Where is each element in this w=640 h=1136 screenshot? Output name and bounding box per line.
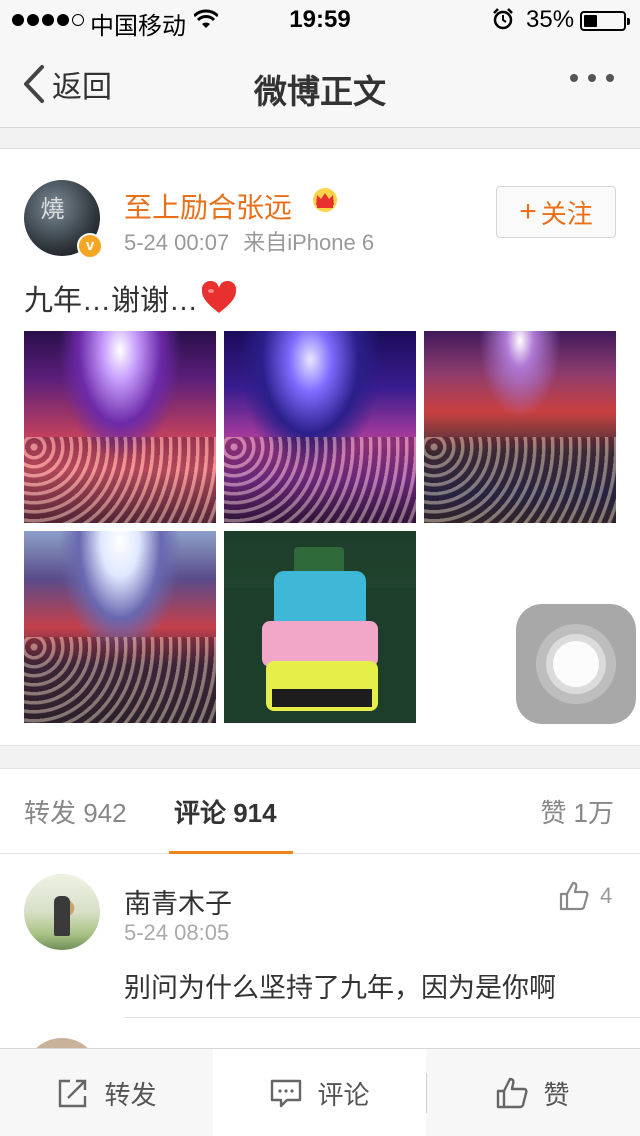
post-stats-tabs: 转发 942 评论 914 赞 1万 [0,768,640,855]
more-icon [570,74,578,82]
repost-button[interactable]: 转发 [0,1049,213,1136]
comment-text: 别问为什么坚持了九年，因为是你啊 [124,973,556,1003]
commenter-avatar[interactable] [24,874,100,950]
avatar-text: 燒 [36,196,63,218]
comment-icon [271,1079,302,1108]
follow-label: 关注 [540,198,593,229]
share-icon [59,1079,87,1108]
follow-button[interactable]: + 关注 [496,186,616,238]
verified-badge-icon: v [77,233,103,259]
heart-icon [201,281,237,313]
comment-author[interactable]: 南青木子 [124,882,232,921]
comment-button[interactable]: 评论 [213,1049,426,1136]
back-label: 返回 [52,71,112,104]
repost-label: 转发 [104,1079,157,1110]
crown-icon [313,188,337,212]
thumbs-up-icon [497,1077,529,1109]
post-photo-concert-1[interactable] [24,331,216,523]
navigation-bar: 返回 微博正文 [0,40,640,128]
comment-time: 5-24 08:05 [124,920,230,945]
back-chevron-icon [24,65,44,103]
like-button[interactable]: 赞 [426,1049,639,1136]
post-text-content: 九年…谢谢… [24,285,199,317]
plus-icon: + [519,195,537,228]
status-bar: 中国移动 19:59 35% [0,0,640,40]
battery-percentage: 35% [526,6,575,33]
post-meta: 5-24 00:07 来自iPhone 6 [124,225,374,257]
thumbs-up-icon [559,881,589,911]
back-button[interactable]: 返回 [22,62,112,106]
tab-comment[interactable]: 评论 914 [174,793,277,830]
post-photo-concert-3[interactable] [424,331,616,523]
tab-like[interactable]: 赞 1万 [540,793,614,830]
tab-repost[interactable]: 转发 942 [24,793,127,830]
post-photo-concert-4[interactable] [24,531,216,723]
post-photo-birthday-cake[interactable] [224,531,416,723]
comment-like-count: 4 [600,883,613,908]
post-photo-concert-2[interactable] [224,331,416,523]
comment-label: 评论 [317,1079,370,1110]
author-name[interactable]: 至上励合张远 [124,186,292,226]
comment-like-button[interactable]: 4 [558,880,612,912]
post-date: 5-24 00:07 [124,230,230,255]
assistive-touch-button[interactable] [516,604,636,724]
alarm-icon [493,8,513,30]
post-source: 来自iPhone 6 [243,230,375,255]
like-label: 赞 [543,1079,570,1110]
comment-item[interactable]: 南青木子 5-24 08:05 4 别问为什么坚持了九年，因为是你啊 [0,854,640,1018]
bottom-toolbar: 转发 评论 赞 [0,1048,640,1136]
more-options-button[interactable] [570,74,614,82]
battery-icon [580,11,630,31]
post-text: 九年…谢谢… [24,277,238,319]
